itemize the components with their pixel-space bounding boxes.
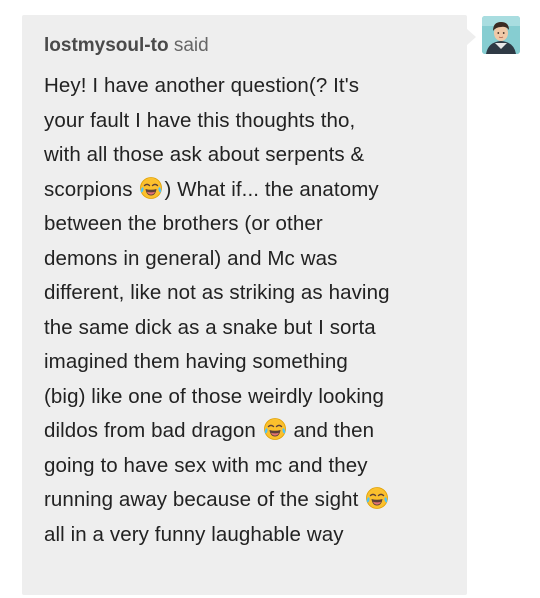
ask-line-8: the same dick as a snake but I sorta xyxy=(44,315,376,339)
ask-line-1: Hey! I have another question(? It's xyxy=(44,74,360,97)
ask-line-10: (big) like one of those weirdly looking xyxy=(44,384,385,408)
ask-bubble: lostmysoul-to said Hey! I have another q… xyxy=(22,15,467,595)
ask-line-9: imagined them having something xyxy=(44,350,348,373)
asker-said-label: said xyxy=(173,35,209,56)
ask-line-11: dildos from bad dragon and then xyxy=(44,414,447,449)
ask-line-12: going to have sex with mc and they xyxy=(44,453,368,477)
ask-line-2: your fault I have this thoughts tho, xyxy=(44,108,356,132)
tears-of-joy-emoji-icon xyxy=(139,176,163,200)
ask-line-13-text: running away because of the sight xyxy=(44,488,359,511)
ask-line-4-text-b: ) What if... the anatomy xyxy=(164,177,379,201)
ask-line-11-text: dildos from bad dragon xyxy=(44,419,256,442)
ask-line-7: different, like not as striking as havin… xyxy=(44,281,390,304)
ask-line-11-text-b: and then xyxy=(293,419,375,442)
ask-line-6: demons in general) and Mc was xyxy=(44,246,338,270)
asker-username[interactable]: lostmysoul-to xyxy=(44,35,169,56)
ask-line-14: all in a very funny laughable way xyxy=(44,522,344,546)
ask-line-5: between the brothers (or other xyxy=(44,212,323,235)
ask-line-13: running away because of the sight xyxy=(44,483,447,518)
tears-of-joy-emoji-icon xyxy=(263,417,287,441)
user-avatar-icon[interactable] xyxy=(482,16,520,54)
asker-header: lostmysoul-to said xyxy=(44,35,447,57)
ask-question-text: Hey! I have another question(? It's your… xyxy=(44,69,447,552)
tears-of-joy-emoji-icon xyxy=(365,486,389,510)
ask-line-4: scorpions ) What if... the anatomy xyxy=(44,173,447,208)
ask-line-4-text: scorpions xyxy=(44,177,133,201)
bubble-tail xyxy=(467,29,476,45)
ask-line-3: with all those ask about serpents & xyxy=(44,143,365,166)
